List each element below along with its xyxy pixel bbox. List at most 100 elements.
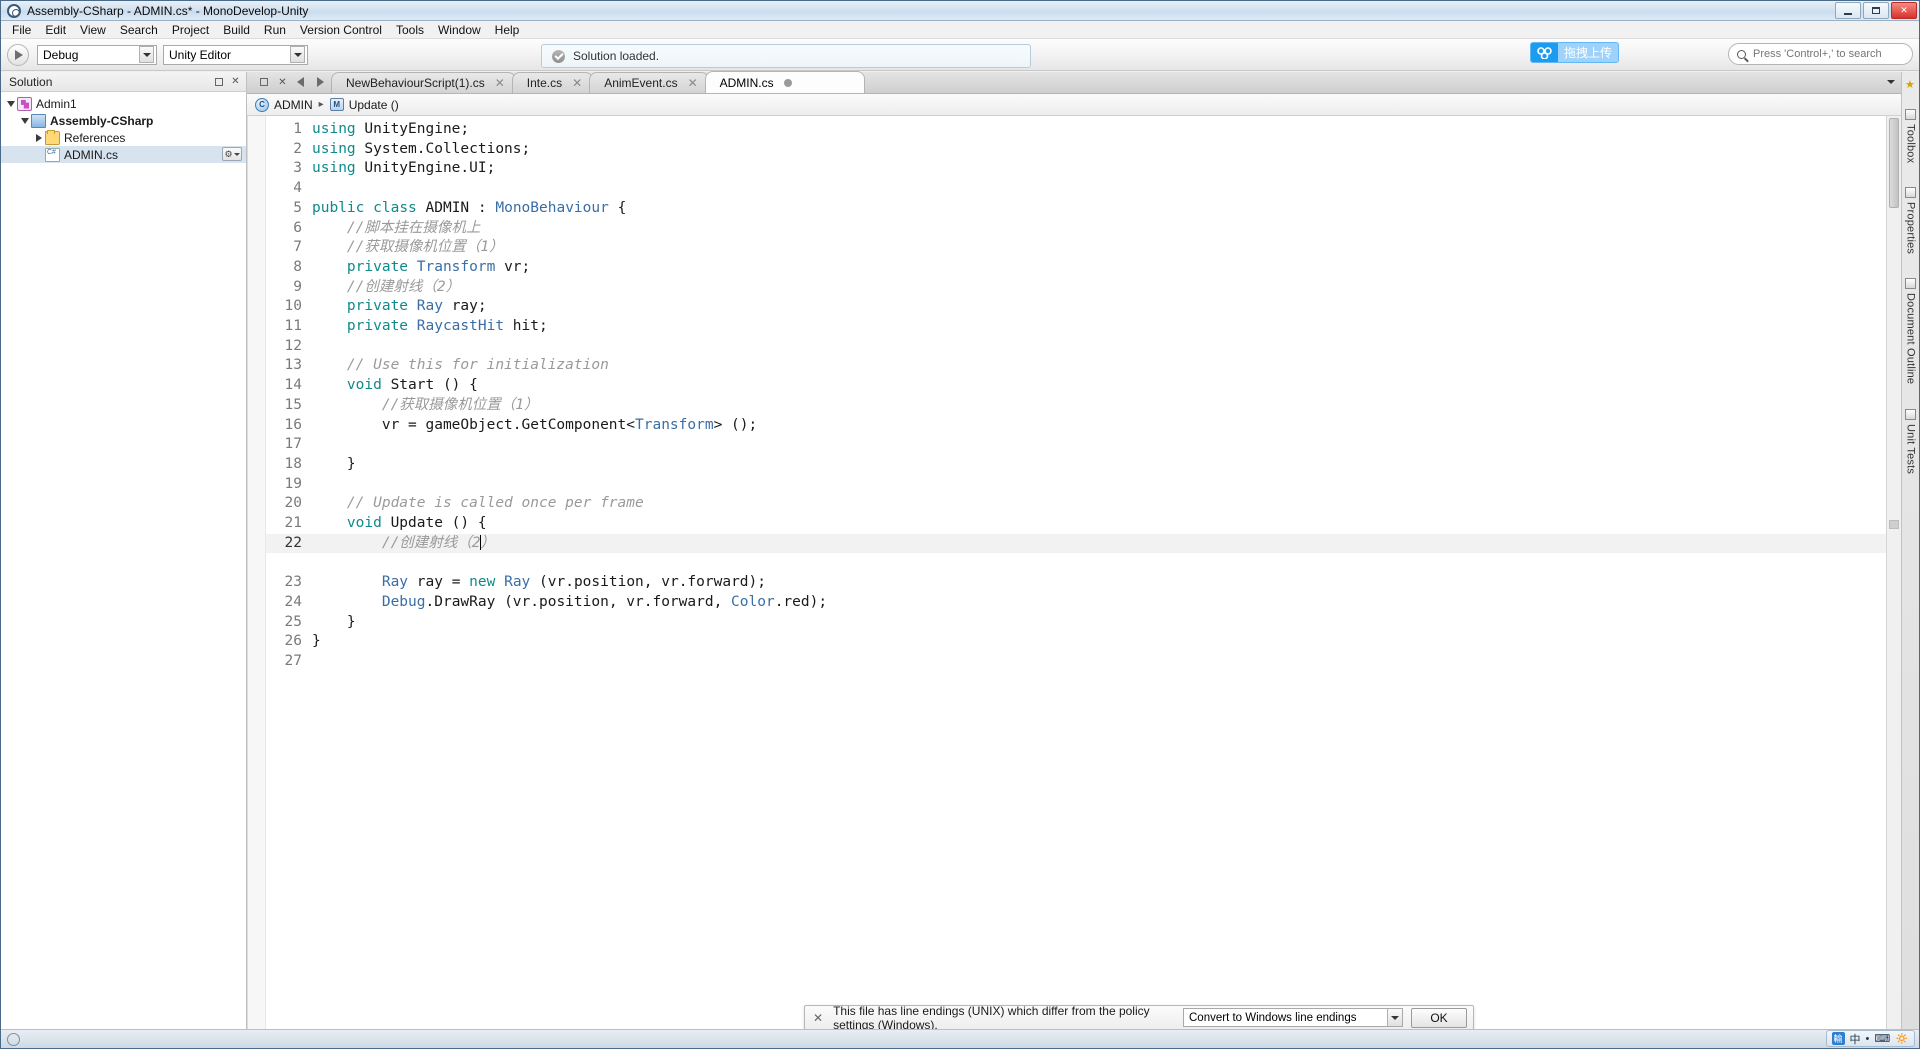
close-icon[interactable]: ✕: [811, 1011, 825, 1025]
code-token: //脚本挂在摄像机上: [312, 219, 481, 236]
tree-item-solution[interactable]: Admin1: [1, 95, 246, 112]
line-number: 24: [284, 593, 302, 610]
minimize-button[interactable]: [1835, 2, 1861, 19]
outline-icon: [1905, 278, 1916, 290]
nav-forward-button[interactable]: [311, 73, 329, 91]
code-token: > ();: [713, 416, 758, 433]
upload-badge-label: 拖拽上传: [1563, 46, 1612, 60]
close-all-tabs-icon[interactable]: ✕: [276, 76, 289, 89]
menu-version-control[interactable]: Version Control: [293, 22, 389, 38]
line-number: 21: [284, 515, 302, 532]
line-number: 20: [284, 495, 302, 512]
dock-pad-button[interactable]: [212, 75, 225, 88]
ime-punct[interactable]: •: [1866, 1033, 1870, 1045]
target-combo[interactable]: Unity Editor: [163, 44, 308, 65]
source-code[interactable]: 1 using UnityEngine; 2 using System.Collec…: [266, 116, 1901, 672]
breadcrumb-method[interactable]: M Update (): [329, 98, 399, 112]
menu-window[interactable]: Window: [431, 22, 488, 38]
expander-down-icon[interactable]: [5, 100, 17, 107]
configuration-combo[interactable]: Debug: [37, 44, 157, 65]
menu-build[interactable]: Build: [216, 22, 257, 38]
tab-label: NewBehaviourScript(1).cs: [346, 76, 485, 90]
code-editor[interactable]: 1 using UnityEngine; 2 using System.Collec…: [247, 116, 1901, 1048]
keyboard-icon[interactable]: ⌨: [1874, 1032, 1890, 1045]
code-token: UnityEngine.UI;: [355, 160, 496, 177]
chevron-down-icon[interactable]: [1387, 1009, 1402, 1026]
nav-back-button[interactable]: [291, 73, 309, 91]
scrollbar-grip[interactable]: [1889, 520, 1899, 529]
code-line: 16 vr = gameObject.GetComponent<Transfor…: [266, 416, 758, 433]
code-scroll-area[interactable]: 1 using UnityEngine; 2 using System.Collec…: [266, 116, 1901, 1048]
code-token: Update () {: [381, 515, 487, 532]
dock-tab-properties[interactable]: Properties: [1905, 183, 1917, 258]
line-endings-action-combo[interactable]: Convert to Windows line endings: [1183, 1008, 1403, 1027]
menu-project[interactable]: Project: [165, 22, 216, 38]
maximize-button[interactable]: [1863, 2, 1889, 19]
close-button[interactable]: ✕: [1891, 2, 1917, 19]
chevron-down-icon[interactable]: [1887, 80, 1895, 84]
start-icon[interactable]: [7, 1032, 20, 1046]
code-line: 17: [266, 436, 312, 452]
code-token: {: [608, 199, 627, 216]
breadcrumb-class[interactable]: C ADMIN: [255, 97, 313, 112]
code-token: .red);: [774, 593, 828, 610]
scrollbar-thumb[interactable]: [1889, 118, 1899, 208]
menu-edit[interactable]: Edit: [38, 22, 73, 38]
code-token: void: [346, 515, 382, 532]
success-check-icon: [552, 49, 565, 63]
tree-item-references[interactable]: References: [1, 129, 246, 146]
code-token: class: [373, 199, 417, 216]
menu-help[interactable]: Help: [488, 22, 527, 38]
close-icon[interactable]: ✕: [688, 76, 698, 90]
close-pad-icon[interactable]: ✕: [229, 75, 242, 88]
ok-button[interactable]: OK: [1411, 1007, 1467, 1028]
tab-inte[interactable]: Inte.cs ✕: [511, 72, 594, 93]
dock-tab-toolbox[interactable]: Toolbox: [1905, 105, 1917, 167]
tree-item-project[interactable]: Assembly-CSharp: [1, 112, 246, 129]
menu-search[interactable]: Search: [113, 22, 165, 38]
menu-file[interactable]: File: [5, 22, 38, 38]
vertical-scrollbar[interactable]: [1886, 116, 1901, 1048]
ime-settings-icon[interactable]: 🔅: [1895, 1032, 1909, 1045]
chevron-down-icon[interactable]: [139, 46, 154, 63]
status-bar: Solution loaded.: [541, 44, 1031, 68]
menu-run[interactable]: Run: [257, 22, 293, 38]
expander-right-icon[interactable]: [33, 133, 45, 142]
tab-admin[interactable]: ADMIN.cs: [704, 71, 865, 93]
play-icon: [15, 49, 23, 60]
file-options-button[interactable]: ⚙: [222, 147, 242, 161]
close-icon[interactable]: ✕: [495, 76, 505, 90]
breadcrumb: C ADMIN ▸ M Update (): [247, 94, 1901, 116]
close-icon[interactable]: ✕: [572, 76, 582, 90]
tree-item-admin-cs[interactable]: ADMIN.cs ⚙: [1, 146, 246, 163]
monodevelop-window: Assembly-CSharp - ADMIN.cs* - MonoDevelo…: [0, 0, 1920, 1049]
line-number: 10: [284, 298, 302, 315]
menu-tools[interactable]: Tools: [389, 22, 431, 38]
ime-mode[interactable]: 中: [1850, 1031, 1861, 1047]
dock-tab-document-outline[interactable]: Document Outline: [1905, 274, 1917, 388]
search-input[interactable]: [1751, 47, 1901, 61]
menu-view[interactable]: View: [73, 22, 113, 38]
chevron-down-icon[interactable]: [290, 46, 305, 63]
ime-tray: 輸 中 • ⌨ 🔅: [1825, 1030, 1915, 1047]
tab-anim-event[interactable]: AnimEvent.cs ✕: [589, 72, 709, 93]
tab-list-button[interactable]: [257, 76, 270, 89]
unsaved-indicator-icon[interactable]: [783, 78, 792, 87]
expander-down-icon[interactable]: [19, 117, 31, 124]
global-search[interactable]: [1728, 43, 1913, 65]
ime-logo-icon[interactable]: 輸: [1831, 1032, 1845, 1045]
favorites-star-icon[interactable]: ★: [1905, 78, 1916, 91]
code-line: 13 // Use this for initialization: [266, 357, 609, 373]
line-number: 5: [293, 199, 302, 216]
notification-message: This file has line endings (UNIX) which …: [833, 1003, 1150, 1032]
method-icon: M: [329, 98, 344, 111]
solution-pad-header: Solution ✕: [1, 72, 246, 92]
fold-margin[interactable]: [248, 116, 266, 1048]
line-number: 9: [293, 278, 302, 295]
run-button[interactable]: [7, 43, 29, 66]
dock-tab-unit-tests[interactable]: Unit Tests: [1905, 405, 1917, 478]
tab-new-behaviour-script[interactable]: NewBehaviourScript(1).cs ✕: [331, 72, 516, 93]
upload-badge[interactable]: 拖拽上传: [1529, 42, 1619, 63]
